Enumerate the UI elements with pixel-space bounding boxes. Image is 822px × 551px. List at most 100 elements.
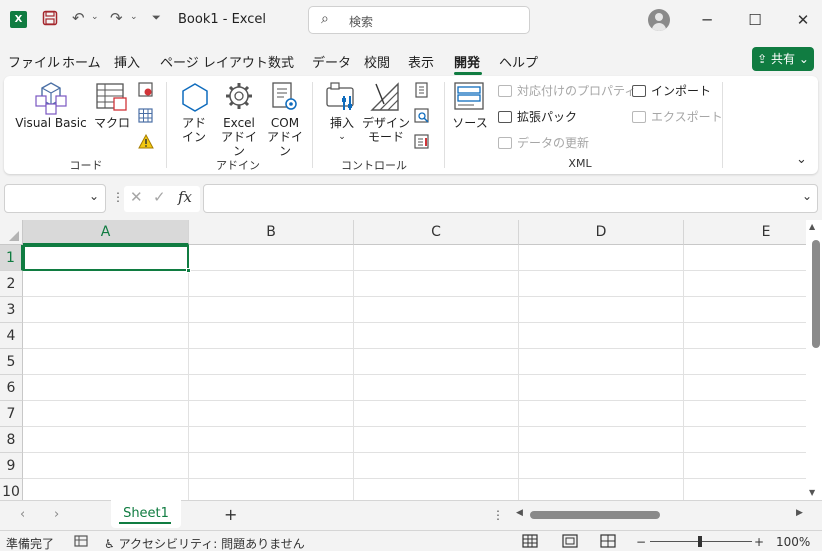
row-header-6[interactable]: 6	[0, 375, 23, 401]
xml-source-icon[interactable]	[454, 81, 484, 114]
row-header-2[interactable]: 2	[0, 271, 23, 297]
name-box-dropdown-icon[interactable]: ⌄	[89, 189, 99, 203]
collapse-ribbon-icon[interactable]: ⌄	[796, 152, 807, 167]
search-box[interactable]: ⌕ 検索	[308, 6, 530, 34]
column-header-e[interactable]: E	[684, 220, 806, 245]
design-mode-icon[interactable]	[370, 82, 400, 115]
scroll-left-icon[interactable]: ◀	[516, 508, 523, 518]
expansion-packs-button[interactable]: 拡張パック	[498, 108, 577, 125]
formula-bar-options-icon[interactable]: ⋮	[112, 190, 124, 204]
share-icon: ⇪	[757, 52, 771, 66]
row-header-5[interactable]: 5	[0, 349, 23, 375]
page-layout-view-icon[interactable]	[562, 534, 578, 551]
export-button[interactable]: エクスポート	[632, 108, 723, 125]
column-header-d[interactable]: D	[519, 220, 684, 245]
import-button[interactable]: インポート	[632, 82, 711, 99]
record-macro-icon[interactable]	[138, 82, 154, 101]
excel-addins-gear-icon[interactable]	[224, 81, 254, 114]
map-properties-button[interactable]: 対応付けのプロパティ	[498, 82, 636, 99]
row-header-3[interactable]: 3	[0, 297, 23, 323]
active-cell-a1[interactable]	[23, 245, 189, 271]
com-addins-button[interactable]: COM アドイン	[262, 116, 308, 158]
scroll-down-icon[interactable]: ▼	[809, 488, 815, 497]
macro-icon[interactable]	[96, 82, 128, 115]
confirm-entry-icon[interactable]: ✓	[153, 188, 166, 206]
spreadsheet-grid[interactable]: A B C D E 1 2 3 4 5 6 7 8 9 10	[0, 220, 806, 500]
zoom-out-icon[interactable]: −	[636, 535, 646, 549]
zoom-slider-thumb[interactable]	[698, 536, 702, 547]
insert-control-icon[interactable]	[326, 82, 358, 115]
fill-handle[interactable]	[186, 268, 191, 273]
cancel-entry-icon[interactable]: ✕	[130, 188, 143, 206]
next-sheet-icon[interactable]: ›	[54, 507, 59, 522]
tab-split-options-icon[interactable]: ⋮	[492, 508, 504, 522]
active-sheet-indicator	[119, 522, 171, 524]
ribbon: Visual Basic マクロ コード アド イン Excel アドイン CO…	[4, 76, 818, 174]
maximize-icon[interactable]: ☐	[743, 8, 767, 32]
relative-references-icon[interactable]	[138, 108, 154, 127]
name-box[interactable]: ⌄	[4, 184, 106, 213]
undo-icon[interactable]: ↶	[72, 9, 85, 27]
tab-file[interactable]: ファイル	[8, 52, 60, 71]
tab-developer[interactable]: 開発	[454, 52, 480, 71]
xml-source-button[interactable]: ソース	[450, 116, 490, 130]
column-header-a[interactable]: A	[23, 220, 189, 245]
share-button[interactable]: ⇪ 共有 ⌄	[752, 47, 814, 71]
properties-icon[interactable]	[414, 82, 430, 101]
com-addins-icon[interactable]	[270, 81, 300, 116]
row-header-10[interactable]: 10	[0, 479, 23, 500]
add-sheet-button[interactable]: +	[224, 505, 237, 524]
addin-button[interactable]: アド イン	[176, 116, 212, 144]
import-icon	[632, 85, 646, 97]
zoom-in-icon[interactable]: +	[754, 535, 764, 549]
column-header-c[interactable]: C	[354, 220, 519, 245]
page-break-preview-icon[interactable]	[600, 534, 616, 551]
redo-dropdown-icon[interactable]: ⌄	[130, 12, 138, 22]
excel-addins-button[interactable]: Excel アドイン	[216, 116, 262, 158]
expand-formula-bar-icon[interactable]: ⌄	[802, 189, 812, 203]
visual-basic-button[interactable]: Visual Basic	[14, 116, 88, 130]
row-header-8[interactable]: 8	[0, 427, 23, 453]
accessibility-checker[interactable]: ♿︎ アクセシビリティ: 問題ありません	[104, 535, 305, 551]
tab-insert[interactable]: 挿入	[114, 52, 140, 71]
tab-formulas[interactable]: 数式	[268, 52, 294, 71]
insert-control-button[interactable]: 挿入 ⌄	[322, 116, 362, 144]
prev-sheet-icon[interactable]: ‹	[20, 507, 25, 522]
macro-button[interactable]: マクロ	[92, 116, 132, 130]
run-dialog-icon[interactable]	[414, 134, 430, 153]
tab-review[interactable]: 校閲	[364, 52, 390, 71]
zoom-level[interactable]: 100%	[776, 535, 810, 549]
tab-home[interactable]: ホーム	[62, 52, 101, 71]
row-header-9[interactable]: 9	[0, 453, 23, 479]
scroll-up-icon[interactable]: ▲	[809, 222, 815, 231]
column-header-b[interactable]: B	[189, 220, 354, 245]
macro-security-icon[interactable]	[138, 133, 154, 153]
formula-input[interactable]: ⌄	[203, 184, 818, 213]
tab-help[interactable]: ヘルプ	[499, 52, 538, 71]
minimize-icon[interactable]: ─	[695, 8, 719, 32]
redo-icon[interactable]: ↷	[110, 9, 123, 27]
close-icon[interactable]: ✕	[791, 8, 815, 32]
row-header-7[interactable]: 7	[0, 401, 23, 427]
horizontal-scroll-thumb[interactable]	[530, 511, 660, 519]
refresh-data-label: データの更新	[517, 136, 590, 150]
vertical-scroll-thumb[interactable]	[812, 240, 820, 348]
refresh-data-button[interactable]: データの更新	[498, 134, 589, 151]
row-header-4[interactable]: 4	[0, 323, 23, 349]
view-code-icon[interactable]	[414, 108, 430, 127]
cell-mode-icon[interactable]	[74, 534, 88, 551]
tab-data[interactable]: データ	[312, 52, 351, 71]
select-all-button[interactable]	[0, 220, 23, 245]
design-mode-button[interactable]: デザイン モード	[362, 116, 410, 144]
tab-page-layout[interactable]: ページ レイアウト	[160, 52, 268, 71]
addin-icon[interactable]	[180, 82, 210, 115]
customize-qat-icon[interactable]: ⏷	[152, 11, 161, 25]
avatar[interactable]	[648, 9, 670, 31]
row-header-1[interactable]: 1	[0, 245, 23, 271]
insert-function-button[interactable]: fx	[178, 188, 192, 206]
save-icon[interactable]	[42, 10, 58, 30]
undo-dropdown-icon[interactable]: ⌄	[91, 12, 99, 22]
scroll-right-icon[interactable]: ▶	[796, 508, 803, 518]
tab-view[interactable]: 表示	[408, 52, 434, 71]
normal-view-icon[interactable]	[522, 534, 538, 551]
